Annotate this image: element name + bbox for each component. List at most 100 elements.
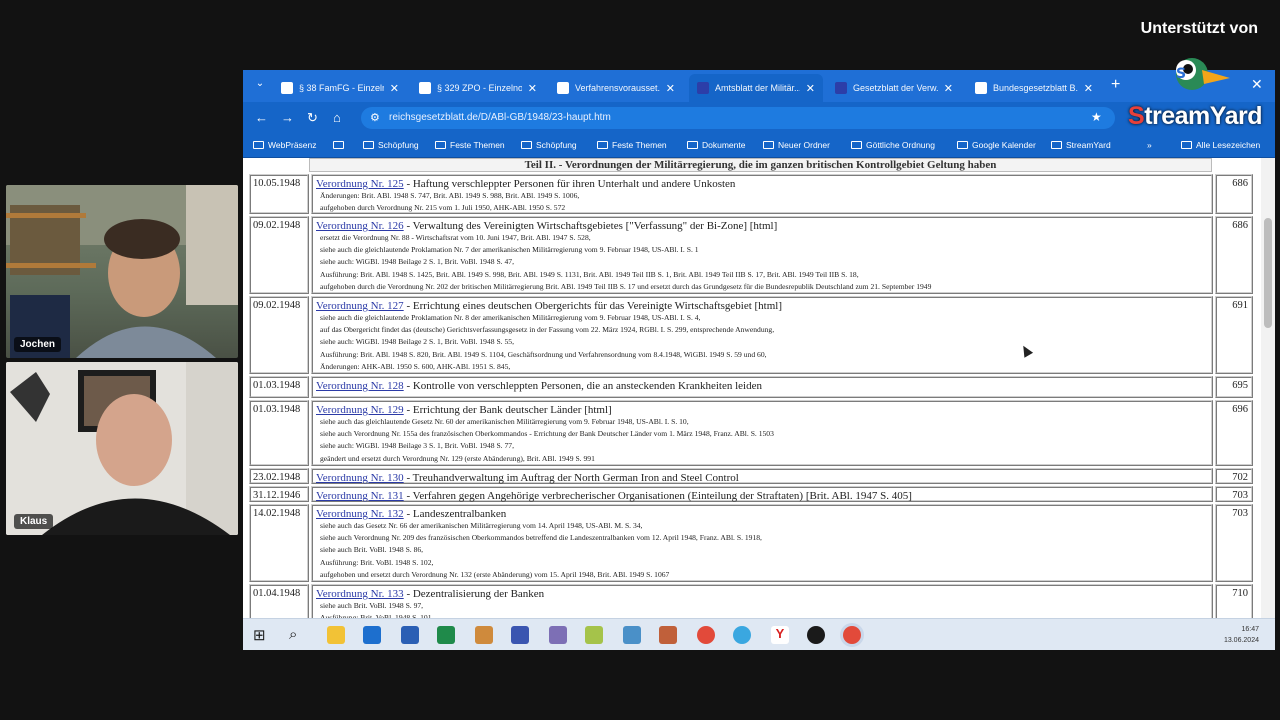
app-icon-2[interactable] — [549, 626, 567, 644]
file-explorer-icon[interactable] — [327, 626, 345, 644]
reference-line[interactable]: Änderungen: AHK-ABl. 1950 S. 600, AHK-AB… — [316, 361, 1208, 373]
row-page-number: 686 — [1215, 174, 1253, 214]
tab-gesetzblatt[interactable]: Gesetzblatt der Verw... ✕ — [827, 74, 961, 102]
outlook-icon[interactable] — [363, 626, 381, 644]
reference-line[interactable]: siehe auch Brit. VoBl. 1948 S. 86, — [316, 544, 1208, 556]
reference-line[interactable]: Ausführung: Brit. VoBl. 1948 S. 102, — [316, 557, 1208, 569]
chrome-icon[interactable] — [697, 626, 715, 644]
bookmark-feste-themen[interactable]: Feste Themen — [435, 140, 505, 150]
ordinance-link[interactable]: Verordnung Nr. 133 — [316, 588, 404, 600]
row-page-number: 702 — [1215, 468, 1253, 484]
reference-line[interactable]: siehe auch das Gesetz Nr. 66 der amerika… — [316, 520, 1208, 532]
reference-line[interactable]: siehe auch Verordnung Nr. 209 des franzö… — [316, 532, 1208, 544]
url-input[interactable]: ⚙ reichsgesetzblatt.de/D/ABl-GB/1948/23-… — [361, 107, 1115, 129]
reference-line[interactable]: siehe auch die gleichlautende Proklamati… — [316, 312, 1208, 324]
reference-line[interactable]: aufgehoben durch Verordnung Nr. 215 vom … — [316, 202, 1208, 214]
reference-line[interactable]: siehe auch das gleichlautende Gesetz Nr.… — [316, 416, 1208, 428]
excel-icon[interactable] — [437, 626, 455, 644]
folder-icon — [687, 141, 698, 149]
reference-line[interactable]: siehe auch: WiGBl. 1948 Beilage 2 S. 1, … — [316, 336, 1208, 348]
reference-line[interactable]: Ausführung: Brit. ABl. 1948 S. 1425, Bri… — [316, 269, 1208, 281]
row-title: Verordnung Nr. 132 - Landeszentralbanken — [316, 508, 1208, 520]
word-icon[interactable] — [401, 626, 419, 644]
app-icon[interactable] — [511, 626, 529, 644]
tab-close-icon[interactable]: ✕ — [1084, 82, 1093, 95]
browser-window: ⌄ § 38 FamFG - Einzeln...✕ § 329 ZPO - E… — [243, 70, 1275, 650]
reference-line[interactable]: siehe auch Verordnung Nr. 155a des franz… — [316, 428, 1208, 440]
ordinance-link[interactable]: Verordnung Nr. 129 — [316, 404, 404, 416]
ordinance-link[interactable]: Verordnung Nr. 130 — [316, 472, 404, 484]
tab-favicon-icon — [419, 82, 431, 94]
site-info-icon[interactable]: ⚙ — [370, 111, 380, 124]
app-icon-4[interactable] — [623, 626, 641, 644]
row-date: 14.02.1948 — [249, 504, 309, 582]
obs-icon[interactable] — [807, 626, 825, 644]
forward-icon[interactable]: → — [281, 110, 294, 125]
bookmark-goettliche-ordnung[interactable]: Göttliche Ordnung — [851, 140, 935, 150]
app-icon-5[interactable] — [659, 626, 677, 644]
tab-zpo[interactable]: § 329 ZPO - Einzelno... ✕ — [411, 74, 545, 102]
reference-line[interactable]: siehe auch die gleichlautende Proklamati… — [316, 244, 1208, 256]
bookmark-neuer-ordner[interactable]: Neuer Ordner — [763, 140, 830, 150]
back-icon[interactable]: ← — [255, 110, 268, 125]
reference-line[interactable]: aufgehoben und ersetzt durch Verordnung … — [316, 569, 1208, 581]
bookmark-schoepfung-2[interactable]: Schöpfung — [521, 140, 577, 150]
home-icon[interactable]: ⌂ — [333, 110, 341, 125]
yandex-icon[interactable]: Y — [771, 626, 789, 644]
bookmark-schoepfung[interactable]: Schöpfung — [363, 140, 419, 150]
tab-favicon-icon — [835, 82, 847, 94]
windows-taskbar: ⊞ ⌕ Y 16:47 13.06.2024 — [243, 618, 1275, 650]
reference-line[interactable]: Änderungen: Brit. ABl. 1948 S. 747, Brit… — [316, 190, 1208, 202]
tab-close-icon[interactable]: ✕ — [528, 82, 537, 95]
bookmark-all[interactable]: Alle Lesezeichen — [1181, 140, 1260, 150]
bookmark-streamyard[interactable]: StreamYard — [1051, 140, 1111, 150]
tab-close-icon[interactable]: ✕ — [944, 82, 953, 95]
reference-line[interactable]: geändert und ersetzt durch Verordnung Nr… — [316, 453, 1208, 465]
bookmark-webpraesenz[interactable]: WebPräsenz — [253, 140, 317, 150]
ordinance-link[interactable]: Verordnung Nr. 132 — [316, 508, 404, 520]
reference-line[interactable]: siehe auch: WiGBl. 1948 Beilage 3 S. 1, … — [316, 440, 1208, 452]
ordinance-row: 31.12.1946 Verordnung Nr. 131 - Verfahren… — [249, 486, 1253, 502]
bookmark-star-icon[interactable]: ★ — [1091, 110, 1102, 124]
tab-favicon-icon — [557, 82, 569, 94]
ordinance-title: - Treuhandverwaltung im Auftrag der Nort… — [403, 472, 739, 484]
reload-icon[interactable]: ↻ — [307, 110, 318, 126]
ordinance-link[interactable]: Verordnung Nr. 131 — [316, 490, 404, 502]
new-tab-icon[interactable]: + — [1111, 76, 1120, 94]
tab-verfahren[interactable]: Verfahrensvorausset... ✕ — [549, 74, 683, 102]
reference-line[interactable]: auf das Obergericht findet das (deutsche… — [316, 324, 1208, 336]
tab-bundesgesetzblatt[interactable]: Bundesgesetzblatt B... ✕ — [967, 74, 1101, 102]
ordinance-link[interactable]: Verordnung Nr. 125 — [316, 178, 404, 190]
scrollbar-thumb[interactable] — [1264, 218, 1272, 328]
ordinance-link[interactable]: Verordnung Nr. 127 — [316, 300, 404, 312]
reference-line[interactable]: Ausführung: Brit. ABl. 1948 S. 820, Brit… — [316, 349, 1208, 361]
tab-close-icon[interactable]: ✕ — [390, 82, 399, 95]
app-icon-3[interactable] — [585, 626, 603, 644]
reference-line[interactable]: aufgehoben durch die Verordnung Nr. 202 … — [316, 281, 1208, 293]
windows-start-icon[interactable]: ⊞ — [253, 626, 271, 644]
folder-icon — [363, 141, 374, 149]
tab-close-icon[interactable]: ✕ — [806, 82, 815, 95]
bookmark-folder[interactable] — [333, 140, 348, 150]
paint-icon[interactable] — [475, 626, 493, 644]
ordinance-link[interactable]: Verordnung Nr. 126 — [316, 220, 404, 232]
search-icon[interactable]: ⌕ — [289, 626, 307, 644]
edge-icon[interactable] — [733, 626, 751, 644]
bookmarks-overflow-icon[interactable]: » — [1147, 140, 1152, 150]
chrome-active-icon[interactable] — [843, 626, 861, 644]
row-page-number: 691 — [1215, 296, 1253, 374]
reference-line[interactable]: siehe auch: WiGBl. 1948 Beilage 2 S. 1, … — [316, 256, 1208, 268]
reference-line[interactable]: ersetzt die Verordnung Nr. 88 - Wirtscha… — [316, 232, 1208, 244]
tab-amtsblatt[interactable]: Amtsblatt der Militär... ✕ — [689, 74, 823, 102]
tab-close-icon[interactable]: ✕ — [666, 82, 675, 95]
bookmark-google-kalender[interactable]: Google Kalender — [957, 140, 1036, 150]
reference-line[interactable]: siehe auch Brit. VoBl. 1948 S. 97, — [316, 600, 1208, 612]
row-date: 01.03.1948 — [249, 400, 309, 466]
bookmark-dokumente[interactable]: Dokumente — [687, 140, 745, 150]
tab-famfg[interactable]: § 38 FamFG - Einzeln...✕ — [273, 74, 407, 102]
tab-search-icon[interactable]: ⌄ — [251, 78, 269, 94]
bookmark-feste-themen-2[interactable]: Feste Themen — [597, 140, 667, 150]
page-scrollbar[interactable] — [1261, 158, 1275, 618]
ordinance-link[interactable]: Verordnung Nr. 128 — [316, 380, 404, 392]
row-content: Verordnung Nr. 131 - Verfahren gegen Ang… — [311, 486, 1213, 502]
